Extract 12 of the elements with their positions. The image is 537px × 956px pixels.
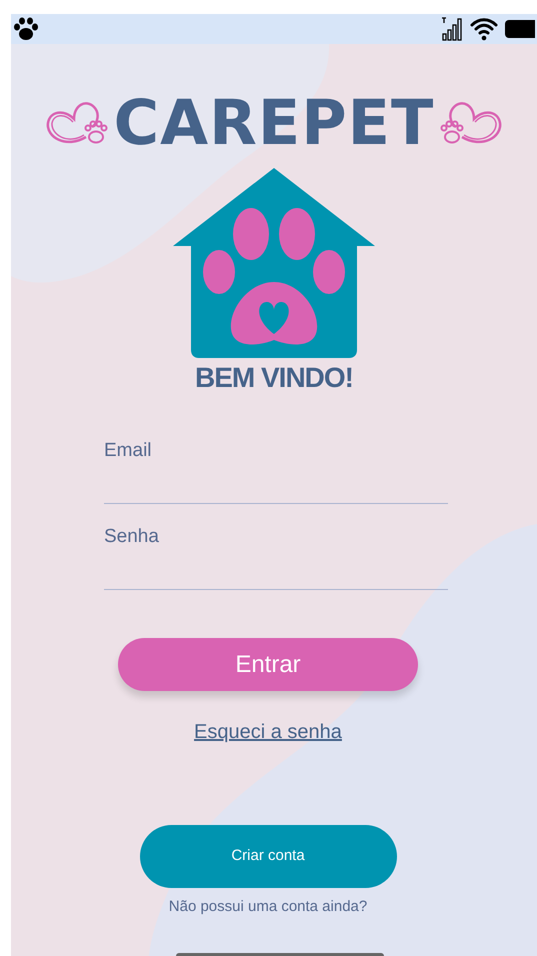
signal-icon xyxy=(441,17,463,41)
paw-icon xyxy=(13,17,39,41)
login-button[interactable]: Entrar xyxy=(118,638,418,691)
welcome-heading: BEM VINDO! xyxy=(195,364,353,392)
forgot-password-link[interactable]: Esqueci a senha xyxy=(194,717,342,747)
signup-prompt: Não possui uma conta ainda? xyxy=(168,897,368,917)
text-field[interactable]: Senha xyxy=(104,520,448,590)
text-field[interactable]: Email xyxy=(104,434,448,504)
wifi-icon xyxy=(469,17,499,41)
create-account-button[interactable]: Criar conta xyxy=(140,825,396,888)
app-title: CAREPET xyxy=(114,92,434,154)
battery-icon xyxy=(505,20,535,38)
